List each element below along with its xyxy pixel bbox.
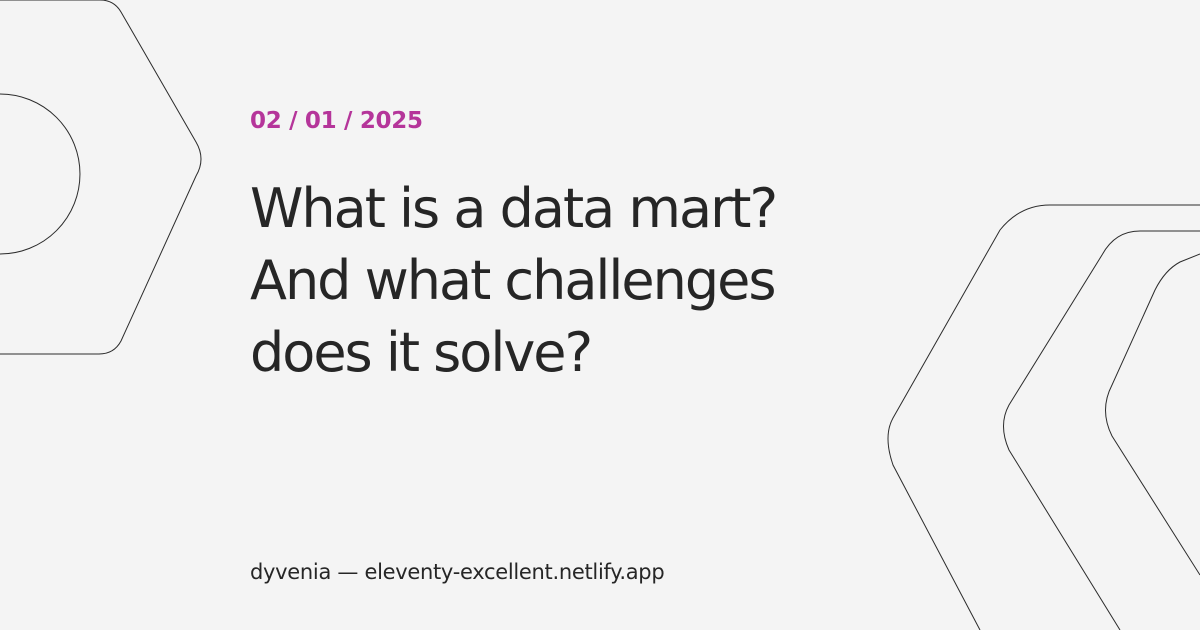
post-title: What is a data mart? And what challenges… xyxy=(250,177,778,384)
right-chevron-inner-outline xyxy=(1105,253,1200,576)
right-chevron-middle-outline xyxy=(1003,230,1200,630)
left-hexagon-outline xyxy=(0,0,202,355)
post-date: 02 / 01 / 2025 xyxy=(250,108,423,134)
og-card: 02 / 01 / 2025 What is a data mart? And … xyxy=(0,0,1200,630)
left-half-circle-outline xyxy=(0,93,81,255)
right-chevron-outer-outline xyxy=(887,204,1200,630)
site-footer: dyvenia — eleventy-excellent.netlify.app xyxy=(250,560,665,584)
